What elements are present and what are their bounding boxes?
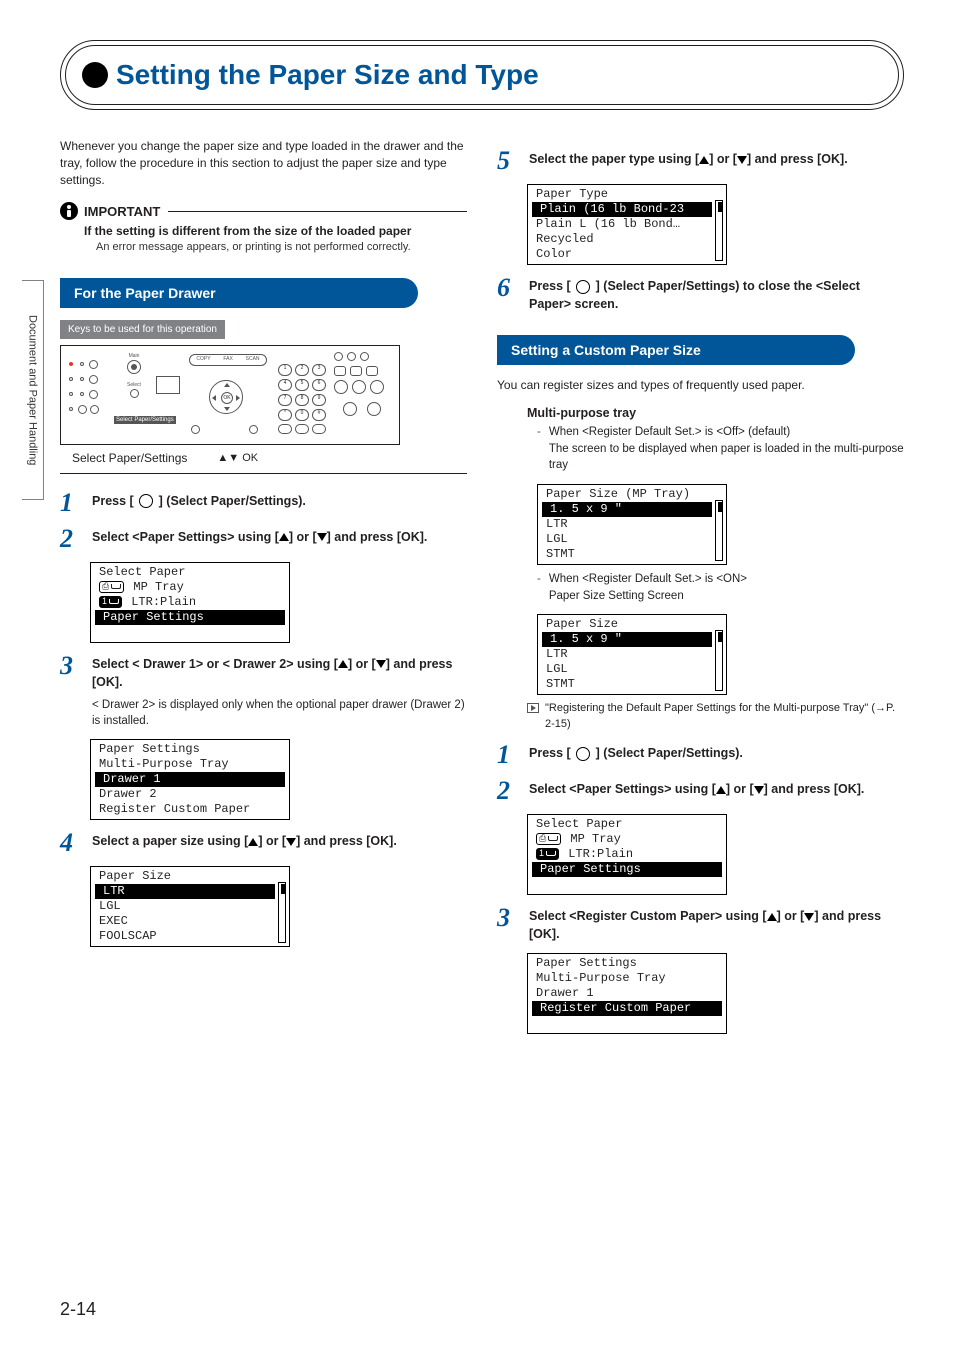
step-r1: 1 Press [ ] (Select Paper/Settings). [497, 742, 904, 768]
step-3: 3 Select < Drawer 1> or < Drawer 2> usin… [60, 653, 467, 729]
lcd-paper-settings-2: Paper Settings Multi-Purpose Tray Drawer… [527, 953, 727, 1034]
step-5: 5 Select the paper type using [] or [] a… [497, 148, 904, 174]
step-r2: 2 Select <Paper Settings> using [] or []… [497, 778, 904, 804]
intro-paragraph: Whenever you change the paper size and t… [60, 138, 467, 188]
circle-key-icon [576, 747, 590, 761]
step-2: 2 Select <Paper Settings> using [] or []… [60, 526, 467, 552]
dash-item-1: - When <Register Default Set.> is <Off> … [537, 424, 904, 474]
section-paper-drawer: For the Paper Drawer [60, 278, 418, 308]
side-tab: Document and Paper Handling [22, 280, 44, 500]
circle-key-icon [576, 280, 590, 294]
important-icon [60, 202, 78, 220]
step-4: 4 Select a paper size using [] or [] and… [60, 830, 467, 856]
step-6: 6 Press [ ] (Select Paper/Settings) to c… [497, 275, 904, 313]
panel-caption-right: ▲▼ OK [217, 452, 258, 464]
title-bullet-icon [82, 62, 108, 88]
section-custom-size: Setting a Custom Paper Size [497, 335, 855, 365]
important-label: IMPORTANT [84, 204, 160, 219]
printer-panel-diagram: Main Select COPYFAXSCAN OK [60, 345, 400, 445]
page-title-frame: Setting the Paper Size and Type [60, 40, 904, 110]
right-column: 5 Select the paper type using [] or [] a… [497, 138, 904, 1040]
panel-highlight-label: Select Paper/Settings [114, 416, 176, 424]
lcd-mp-tray: Paper Size (MP Tray) 1. 5 x 9 " LTR LGL … [537, 484, 727, 565]
lcd-select-paper: Select Paper ⎙ MP Tray 1 LTR:Plain Paper… [90, 562, 290, 643]
reference-icon [527, 703, 539, 713]
important-body: An error message appears, or printing is… [96, 240, 467, 255]
step-r3: 3 Select <Register Custom Paper> using [… [497, 905, 904, 943]
panel-caption-left: Select Paper/Settings [72, 451, 187, 465]
important-heading: IMPORTANT [60, 202, 467, 220]
panel-caption: Select Paper/Settings ▲▼ OK [72, 451, 467, 465]
lcd-paper-settings: Paper Settings Multi-Purpose Tray Drawer… [90, 739, 290, 820]
lcd-paper-size-2: Paper Size 1. 5 x 9 " LTR LGL STMT [537, 614, 727, 695]
step-1: 1 Press [ ] (Select Paper/Settings). [60, 490, 467, 516]
dash-item-2: - When <Register Default Set.> is <ON> P… [537, 571, 904, 604]
lcd-paper-type: Paper Type Plain (16 lb Bond-23 Plain L … [527, 184, 727, 265]
page-number: 2-14 [60, 1299, 96, 1320]
circle-key-icon [139, 494, 153, 508]
left-column: Whenever you change the paper size and t… [60, 138, 467, 1040]
lcd-select-paper-2: Select Paper ⎙ MP Tray 1 LTR:Plain Paper… [527, 814, 727, 895]
custom-intro: You can register sizes and types of freq… [497, 377, 904, 394]
important-subtitle: If the setting is different from the siz… [84, 224, 467, 238]
keys-label: Keys to be used for this operation [60, 320, 225, 339]
reference-link: "Registering the Default Paper Settings … [527, 701, 904, 732]
page-title: Setting the Paper Size and Type [116, 59, 539, 91]
lcd-paper-size: Paper Size LTR LGL EXEC FOOLSCAP [90, 866, 290, 947]
multi-tray-heading: Multi-purpose tray [527, 406, 904, 420]
